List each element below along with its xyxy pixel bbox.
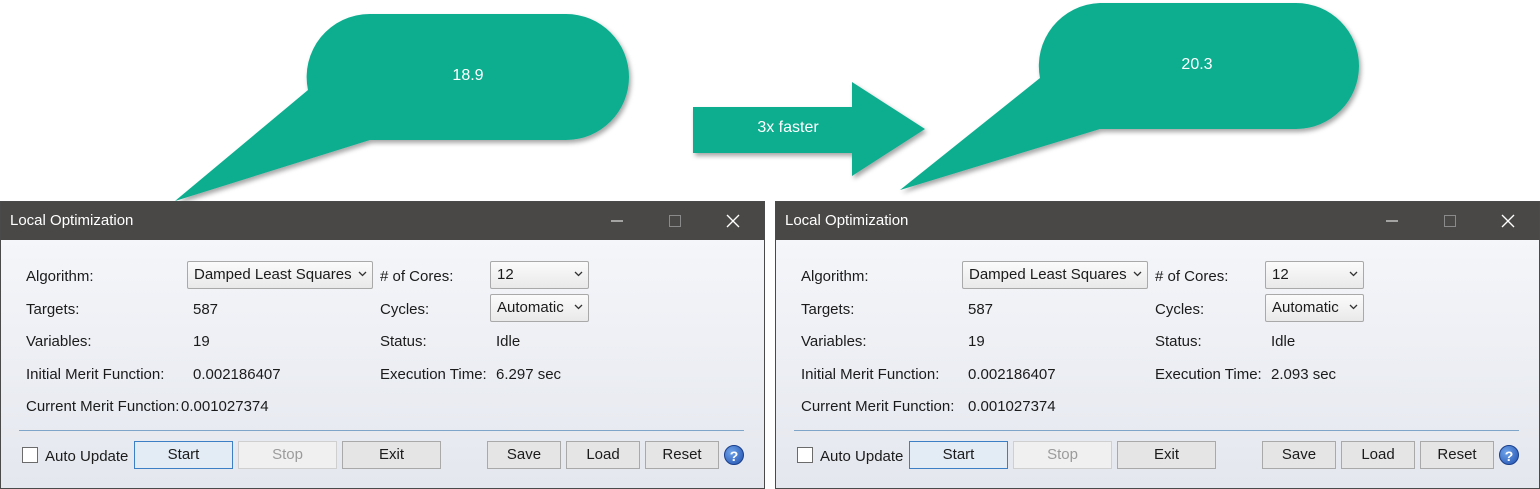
variables-label: Variables: <box>801 333 867 350</box>
start-button[interactable]: Start <box>134 441 233 469</box>
initial-merit-value: 0.002186407 <box>968 366 1056 383</box>
targets-label: Targets: <box>26 301 80 318</box>
cycles-select[interactable]: Automatic <box>490 294 589 322</box>
auto-update-label[interactable]: Auto Update <box>45 448 128 465</box>
maximize-icon <box>669 215 681 227</box>
cores-label: # of Cores: <box>380 268 454 285</box>
reset-button[interactable]: Reset <box>1420 441 1494 469</box>
auto-update-checkbox[interactable] <box>22 447 38 463</box>
cores-select[interactable]: 12 <box>1265 261 1364 289</box>
title-bar: Local Optimization <box>1 202 764 240</box>
cores-select[interactable]: 12 <box>490 261 589 289</box>
execution-time-value: 6.297 sec <box>496 366 562 383</box>
divider <box>19 430 744 431</box>
cycles-label: Cycles: <box>380 301 430 318</box>
status-value: Idle <box>1271 333 1296 350</box>
cycles-label: Cycles: <box>1155 301 1205 318</box>
algorithm-select[interactable]: Damped Least Squares <box>962 261 1148 289</box>
exit-button[interactable]: Exit <box>1117 441 1216 469</box>
save-button[interactable]: Save <box>487 441 561 469</box>
variables-value: 19 <box>193 333 210 350</box>
chevron-down-icon <box>1133 271 1142 277</box>
close-button[interactable] <box>1485 202 1531 240</box>
exit-button[interactable]: Exit <box>342 441 441 469</box>
current-merit-value: 0.001027374 <box>968 398 1056 415</box>
initial-merit-label: Initial Merit Function: <box>801 366 940 383</box>
chevron-down-icon <box>358 271 367 277</box>
chevron-down-icon <box>574 271 583 277</box>
maximize-icon <box>1444 215 1456 227</box>
minimize-icon <box>1386 220 1398 222</box>
cycles-value: Automatic <box>1272 299 1339 316</box>
targets-label: Targets: <box>801 301 855 318</box>
minimize-button[interactable] <box>1369 202 1415 240</box>
targets-value: 587 <box>968 301 994 318</box>
chevron-down-icon <box>1349 271 1358 277</box>
status-value: Idle <box>496 333 521 350</box>
targets-value: 587 <box>193 301 219 318</box>
close-icon <box>1501 214 1515 228</box>
close-icon <box>726 214 740 228</box>
current-merit-label: Current Merit Function: <box>26 398 180 415</box>
chevron-down-icon <box>1349 304 1358 310</box>
variables-value: 19 <box>968 333 985 350</box>
execution-time-label: Execution Time: <box>380 366 487 383</box>
minimize-icon <box>611 220 623 222</box>
auto-update-checkbox[interactable] <box>797 447 813 463</box>
status-label: Status: <box>380 333 427 350</box>
load-button[interactable]: Load <box>1341 441 1415 469</box>
variables-label: Variables: <box>26 333 92 350</box>
algorithm-label: Algorithm: <box>26 268 94 285</box>
stop-button[interactable]: Stop <box>238 441 337 469</box>
local-optimization-window-left: Local Optimization Algorithm: Damped Lea… <box>0 201 765 489</box>
minimize-button[interactable] <box>594 202 640 240</box>
save-button[interactable]: Save <box>1262 441 1336 469</box>
algorithm-label: Algorithm: <box>801 268 869 285</box>
current-merit-value: 0.001027374 <box>181 398 269 415</box>
window-title: Local Optimization <box>785 212 909 229</box>
maximize-button[interactable] <box>1427 202 1473 240</box>
status-label: Status: <box>1155 333 1202 350</box>
window-content: Algorithm: Damped Least Squares # of Cor… <box>776 240 1539 488</box>
current-merit-label: Current Merit Function: <box>801 398 955 415</box>
algorithm-select[interactable]: Damped Least Squares <box>187 261 373 289</box>
algorithm-value: Damped Least Squares <box>194 266 352 283</box>
execution-time-value: 2.093 sec <box>1271 366 1337 383</box>
stop-button[interactable]: Stop <box>1013 441 1112 469</box>
cores-value: 12 <box>1272 266 1289 283</box>
reset-button[interactable]: Reset <box>645 441 719 469</box>
algorithm-value: Damped Least Squares <box>969 266 1127 283</box>
left-speech-bubble <box>175 13 629 202</box>
help-question-icon[interactable]: ? <box>1499 445 1519 465</box>
window-title: Local Optimization <box>10 212 134 229</box>
right-bubble-value: 20.3 <box>1181 56 1213 73</box>
initial-merit-label: Initial Merit Function: <box>26 366 165 383</box>
local-optimization-window-right: Local Optimization Algorithm: Damped Lea… <box>775 201 1540 489</box>
cycles-select[interactable]: Automatic <box>1265 294 1364 322</box>
maximize-button[interactable] <box>652 202 698 240</box>
right-speech-bubble <box>900 3 1359 190</box>
chevron-down-icon <box>574 304 583 310</box>
cores-label: # of Cores: <box>1155 268 1229 285</box>
window-content: Algorithm: Damped Least Squares # of Cor… <box>1 240 764 488</box>
initial-merit-value: 0.002186407 <box>193 366 281 383</box>
help-question-icon[interactable]: ? <box>724 445 744 465</box>
cores-value: 12 <box>497 266 514 283</box>
auto-update-label[interactable]: Auto Update <box>820 448 903 465</box>
left-bubble-value: 18.9 <box>452 67 484 84</box>
execution-time-label: Execution Time: <box>1155 366 1262 383</box>
start-button[interactable]: Start <box>909 441 1008 469</box>
load-button[interactable]: Load <box>566 441 640 469</box>
cycles-value: Automatic <box>497 299 564 316</box>
divider <box>794 430 1519 431</box>
close-button[interactable] <box>710 202 756 240</box>
arrow-label: 3x faster <box>757 119 819 136</box>
title-bar: Local Optimization <box>776 202 1539 240</box>
